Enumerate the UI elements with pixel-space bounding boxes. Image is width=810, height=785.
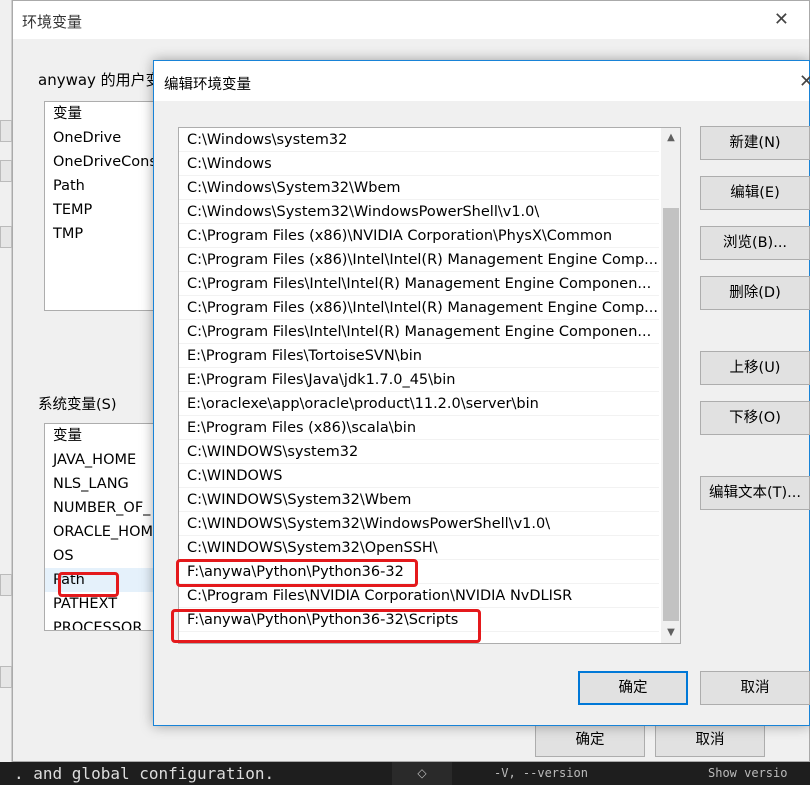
user-variables-label: anyway 的用户变 — [38, 71, 161, 89]
move-up-button[interactable]: 上移(U) — [700, 351, 810, 385]
list-item[interactable]: C:\WINDOWS — [179, 464, 659, 488]
list-item[interactable]: Path — [45, 174, 163, 198]
red-highlight-box — [58, 572, 119, 597]
list-item[interactable]: C:\Program Files (x86)\Intel\Intel(R) Ma… — [179, 296, 659, 320]
background-text: -V, --version — [494, 766, 588, 780]
env-window-titlebar: 环境变量 ✕ — [13, 1, 809, 39]
background-fragment — [0, 226, 12, 248]
list-item[interactable]: E:\oraclexe\app\oracle\product\11.2.0\se… — [179, 392, 659, 416]
list-item[interactable]: C:\WINDOWS\System32\Wbem — [179, 488, 659, 512]
list-item[interactable]: PROCESSOR_ — [45, 616, 163, 630]
list-item[interactable]: OS — [45, 544, 163, 568]
close-icon[interactable]: ✕ — [799, 71, 810, 92]
list-item[interactable]: NLS_LANG — [45, 472, 163, 496]
delete-button[interactable]: 删除(D) — [700, 276, 810, 310]
list-item[interactable]: C:\Program Files\Intel\Intel(R) Manageme… — [179, 272, 659, 296]
edit-button[interactable]: 编辑(E) — [700, 176, 810, 210]
list-item[interactable]: E:\Program Files\Java\jdk1.7.0_45\bin — [179, 368, 659, 392]
list-item[interactable]: C:\Program Files\Intel\Intel(R) Manageme… — [179, 320, 659, 344]
list-header: 变量 — [53, 106, 82, 122]
background-window-edge — [0, 0, 12, 762]
list-item[interactable]: C:\Windows\system32 — [179, 128, 659, 152]
list-item[interactable]: OneDriveCons — [45, 150, 163, 174]
user-variables-list[interactable]: 变量 OneDrive OneDriveCons Path TEMP TMP — [44, 101, 164, 311]
list-item[interactable]: C:\Program Files\NVIDIA Corporation\NVID… — [179, 584, 659, 608]
background-icon: ◇ — [392, 762, 452, 785]
background-fragment — [0, 574, 12, 596]
background-fragment — [0, 666, 12, 688]
list-item[interactable]: TEMP — [45, 198, 163, 222]
edit-dialog-titlebar: 编辑环境变量 ✕ — [154, 61, 810, 101]
move-down-button[interactable]: 下移(O) — [700, 401, 810, 435]
cancel-button[interactable]: 取消 — [700, 671, 810, 705]
background-fragment — [0, 160, 12, 182]
list-item[interactable]: C:\Windows — [179, 152, 659, 176]
list-item[interactable]: E:\Program Files\TortoiseSVN\bin — [179, 344, 659, 368]
list-item[interactable]: C:\Windows\System32\Wbem — [179, 176, 659, 200]
red-highlight-box — [176, 559, 418, 587]
scroll-up-icon[interactable]: ▲ — [661, 128, 680, 148]
list-item[interactable]: OneDrive — [45, 126, 163, 150]
list-item[interactable]: C:\Windows\System32\WindowsPowerShell\v1… — [179, 200, 659, 224]
scroll-down-icon[interactable]: ▼ — [661, 623, 680, 643]
list-item[interactable]: C:\Program Files (x86)\Intel\Intel(R) Ma… — [179, 248, 659, 272]
vertical-scrollbar[interactable]: ▲ ▼ — [661, 128, 680, 643]
env-window-title: 环境变量 — [22, 13, 83, 31]
background-fragment — [0, 120, 12, 142]
list-item[interactable]: E:\Program Files (x86)\scala\bin — [179, 416, 659, 440]
browse-button[interactable]: 浏览(B)... — [700, 226, 810, 260]
list-item[interactable]: C:\WINDOWS\System32\WindowsPowerShell\v1… — [179, 512, 659, 536]
edit-dialog-title: 编辑环境变量 — [164, 77, 251, 93]
system-variables-list[interactable]: 变量 JAVA_HOME NLS_LANG NUMBER_OF_ ORACLE_… — [44, 423, 164, 631]
list-item[interactable]: C:\Program Files (x86)\NVIDIA Corporatio… — [179, 224, 659, 248]
env-cancel-button[interactable]: 取消 — [655, 723, 765, 757]
env-ok-button[interactable]: 确定 — [535, 723, 645, 757]
scroll-thumb[interactable] — [663, 208, 679, 621]
list-item[interactable]: C:\WINDOWS\system32 — [179, 440, 659, 464]
red-highlight-box — [171, 609, 481, 643]
list-item[interactable]: C:\WINDOWS\System32\OpenSSH\ — [179, 536, 659, 560]
background-text: Show versio — [708, 766, 788, 780]
list-item[interactable]: TMP — [45, 222, 163, 246]
new-button[interactable]: 新建(N) — [700, 126, 810, 160]
list-header: 变量 — [53, 428, 82, 444]
list-item[interactable]: JAVA_HOME — [45, 448, 163, 472]
ok-button[interactable]: 确定 — [578, 671, 688, 705]
list-item[interactable]: ORACLE_HOM — [45, 520, 163, 544]
system-variables-label: 系统变量(S) — [38, 397, 117, 413]
edit-text-button[interactable]: 编辑文本(T)... — [700, 476, 810, 510]
background-text: . and global configuration. — [14, 764, 275, 783]
list-item[interactable]: NUMBER_OF_ — [45, 496, 163, 520]
close-icon[interactable]: ✕ — [774, 9, 789, 30]
background-terminal-strip: . and global configuration. ◇ -V, --vers… — [0, 762, 810, 785]
